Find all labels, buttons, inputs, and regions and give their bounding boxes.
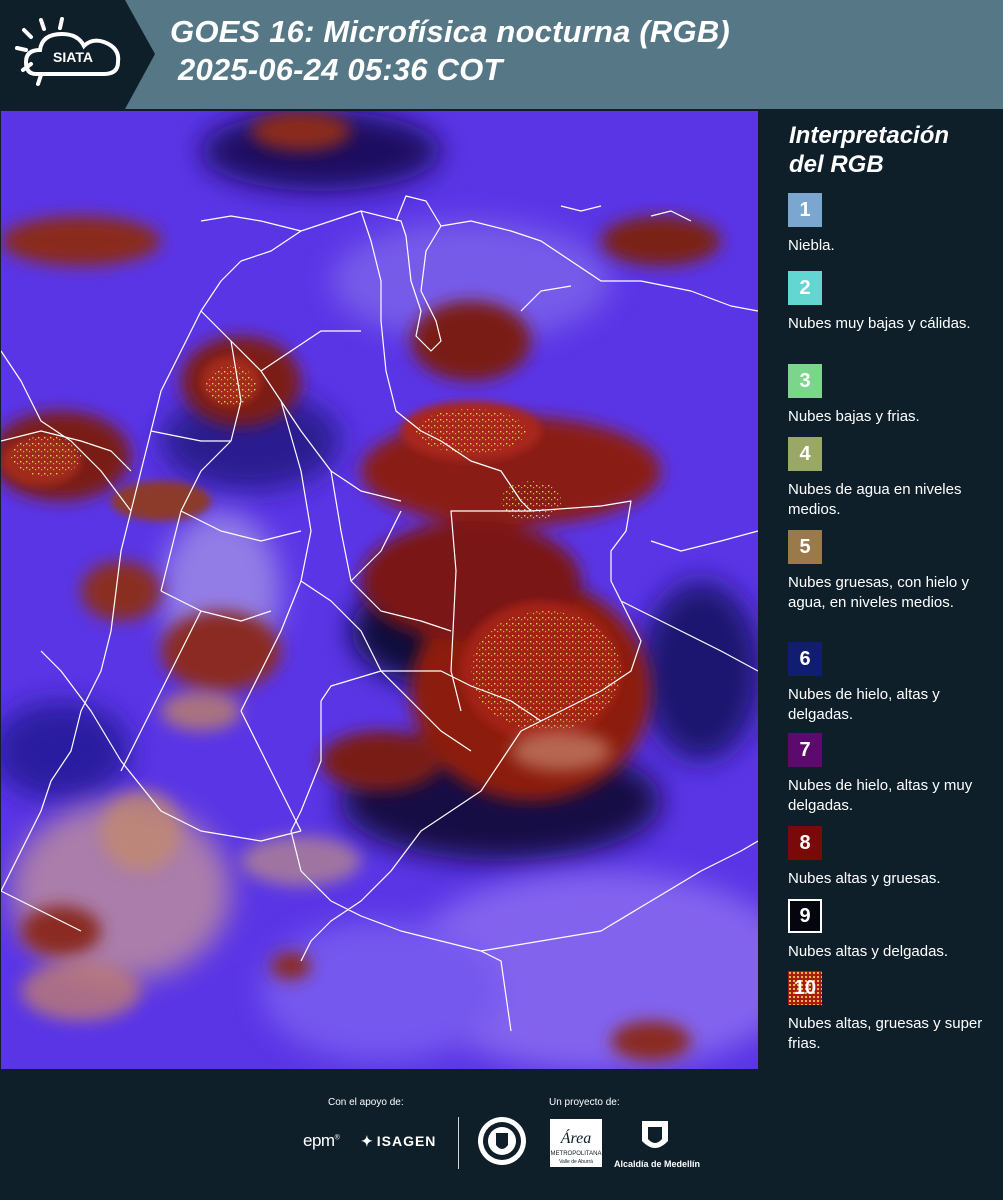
legend-label-6: Nubes de hielo, altas y delgadas.: [788, 686, 940, 723]
project-caption: Un proyecto de:: [549, 1097, 620, 1108]
medellin-seal-icon[interactable]: [476, 1115, 528, 1167]
legend-label-2: Nubes muy bajas y cálidas.: [788, 315, 971, 332]
support-caption: Con el apoyo de:: [328, 1097, 404, 1108]
legend-swatch-6: 6: [788, 642, 822, 676]
area-logo-subtext: METROPOLITANA: [551, 1151, 602, 1157]
legend-swatch-3: 3: [788, 364, 822, 398]
legend-item-1: 1 Niebla.: [788, 193, 993, 256]
legend-swatch-7: 7: [788, 733, 822, 767]
page-title: GOES 16: Microfísica nocturna (RGB): [170, 14, 730, 49]
epm-logo[interactable]: epm®: [303, 1131, 340, 1151]
legend-swatch-2: 2: [788, 271, 822, 305]
header-bar: SIATA GOES 16: Microfísica nocturna (RGB…: [0, 0, 1003, 109]
alcaldia-caption: Alcaldía de Medellín: [613, 1159, 701, 1169]
legend-label-8: Nubes altas y gruesas.: [788, 870, 941, 887]
legend-item-7: 7 Nubes de hielo, altas y muy delgadas.: [788, 733, 993, 816]
legend-item-4: 4 Nubes de agua en niveles medios.: [788, 437, 993, 520]
legend-item-6: 6 Nubes de hielo, altas y delgadas.: [788, 642, 993, 725]
legend-item-10: 10 Nubes altas, gruesas y super frias.: [788, 971, 993, 1054]
legend-item-3: 3 Nubes bajas y frias.: [788, 364, 993, 427]
area-logo-subtext2: Valle de Aburrá: [559, 1159, 593, 1165]
siata-logo-text: SIATA: [53, 49, 93, 65]
legend-item-8: 8 Nubes altas y gruesas.: [788, 826, 993, 889]
legend-label-9: Nubes altas y delgadas.: [788, 943, 949, 960]
legend-item-2: 2 Nubes muy bajas y cálidas.: [788, 271, 993, 334]
legend-swatch-8: 8: [788, 826, 822, 860]
siata-logo-tab: SIATA: [0, 0, 155, 109]
legend-panel: Interpretación del RGB 1 Niebla. 2 Nubes…: [759, 109, 1003, 1071]
footer: Con el apoyo de: Un proyecto de: epm® ✦ I…: [0, 1071, 1003, 1200]
page-timestamp: 2025-06-24 05:36 COT: [178, 52, 503, 87]
isagen-logo[interactable]: ✦ ISAGEN: [361, 1133, 436, 1150]
isagen-logo-text: ISAGEN: [376, 1133, 437, 1149]
legend-swatch-4: 4: [788, 437, 822, 471]
legend-label-5: Nubes gruesas, con hielo y agua, en nive…: [788, 574, 969, 611]
epm-logo-text: epm: [303, 1131, 335, 1150]
satellite-rgb-image: [1, 111, 758, 1069]
legend-swatch-5: 5: [788, 530, 822, 564]
legend-label-1: Niebla.: [788, 237, 835, 254]
satellite-map[interactable]: [1, 111, 758, 1069]
legend-title: Interpretación del RGB: [789, 122, 950, 178]
legend-label-3: Nubes bajas y frias.: [788, 408, 920, 425]
area-logo-text: Área: [560, 1128, 592, 1147]
legend-label-10: Nubes altas, gruesas y super frias.: [788, 1015, 983, 1052]
legend-item-5: 5 Nubes gruesas, con hielo y agua, en ni…: [788, 530, 993, 613]
legend-label-7: Nubes de hielo, altas y muy delgadas.: [788, 777, 973, 814]
alcaldia-shield-icon[interactable]: [640, 1119, 670, 1157]
legend-item-9: 9 Nubes altas y delgadas.: [788, 899, 993, 962]
area-metropolitana-logo[interactable]: Área METROPOLITANA Valle de Aburrá: [550, 1119, 602, 1167]
footer-divider: [458, 1117, 459, 1169]
siata-logo[interactable]: SIATA: [0, 0, 155, 109]
legend-label-4: Nubes de agua en niveles medios.: [788, 481, 962, 518]
legend-swatch-10: 10: [788, 971, 822, 1005]
legend-swatch-1: 1: [788, 193, 822, 227]
isagen-mark-icon: ✦: [361, 1133, 374, 1149]
legend-swatch-9: 9: [788, 899, 822, 933]
